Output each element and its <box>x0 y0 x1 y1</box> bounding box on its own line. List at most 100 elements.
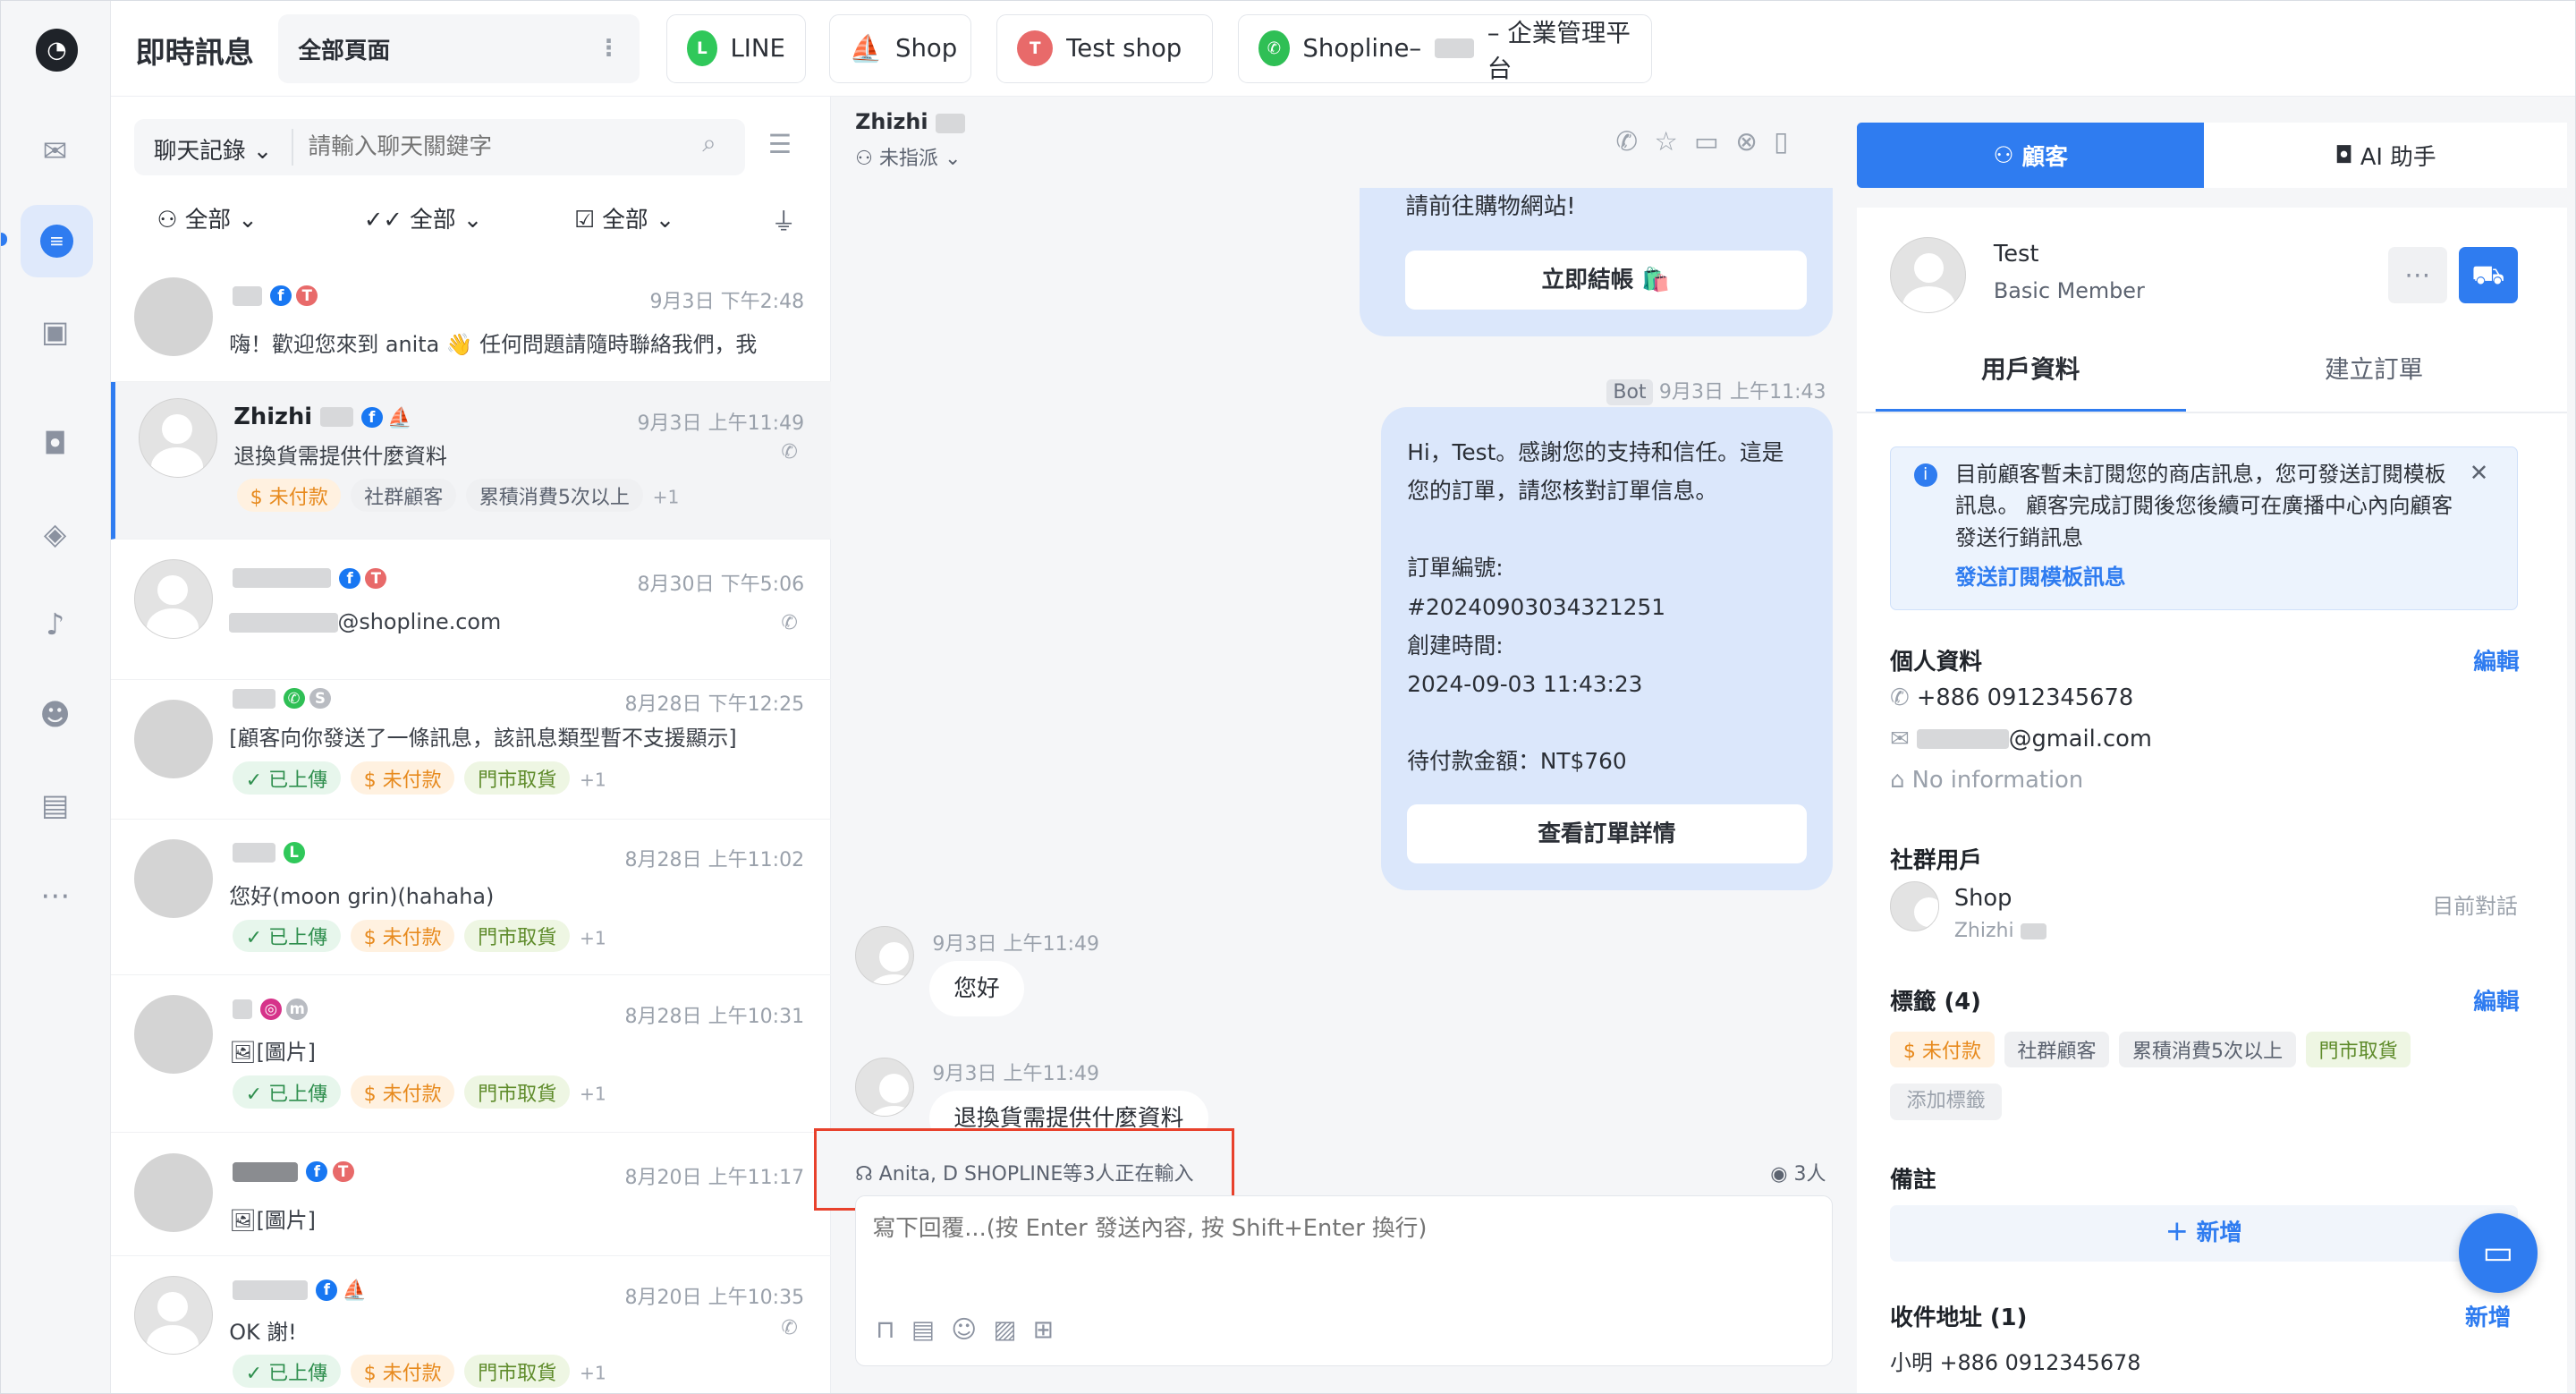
whatsapp-icon: ✆ <box>283 687 305 710</box>
history-select[interactable]: 聊天記錄 ⌄ <box>154 132 273 166</box>
message-time: 9月3日 上午11:49 <box>932 1062 1100 1085</box>
social-status: 目前對話 <box>2432 893 2518 919</box>
filter-read[interactable]: ✓✓ 全部 ⌄ <box>364 201 482 234</box>
conversation-item[interactable]: ✆ S 8月28日 下午12:25 [顧客向你發送了一條訊息，該訊息類型暫不支援顯… <box>111 680 831 820</box>
bot-message-bubble: 請前往購物網站! 立即結帳 🛍️ <box>1359 188 1833 336</box>
filter-status[interactable]: ☑ 全部 ⌄ <box>574 201 674 234</box>
close-icon[interactable]: ✕ <box>2470 460 2489 487</box>
assign-select[interactable]: ⚇ 未指派 ⌄ <box>855 142 961 171</box>
checkout-button[interactable]: 立即結帳 🛍️ <box>1405 251 1807 310</box>
template-icon[interactable]: ▤ <box>911 1315 951 1344</box>
cart-icon[interactable]: ⛟ <box>2458 247 2518 303</box>
support-chat-icon[interactable]: ▭ <box>2458 1213 2538 1293</box>
filter-icon[interactable]: ⏚ <box>771 201 796 237</box>
test-shop-icon: T <box>332 1160 354 1183</box>
tab-create-order[interactable]: 建立訂單 <box>2219 339 2529 412</box>
chat-header-name: Zhizhi <box>855 109 965 134</box>
avatar <box>133 1276 213 1356</box>
tag: $ 未付款 <box>350 1075 455 1109</box>
search-icon[interactable]: ⌕ <box>702 129 716 158</box>
tab-customer[interactable]: ⚇ 顧客 <box>1857 122 2204 189</box>
tag: 門市取貨 <box>464 1355 570 1389</box>
conversation-item[interactable]: fT 8月20日 上午11:17 🖼[圖片] <box>111 1133 831 1257</box>
add-tag-button[interactable]: 添加標籤 <box>1890 1084 2003 1120</box>
note-icon[interactable]: ▯ <box>1774 126 1805 157</box>
conversation-item[interactable]: f ⛵ 8月20日 上午10:35 OK 謝! ✆ ✓ 已上傳 $ 未付款 門市取貨 +… <box>111 1256 830 1392</box>
add-icon[interactable]: ⊞ <box>1033 1315 1070 1344</box>
conversation-item[interactable]: fT 9月3日 下午2:48 嗨！歡迎您來到 anita 👋 任何問題請隨時聯絡… <box>111 258 831 383</box>
gallery-icon[interactable]: ▣ <box>37 313 72 349</box>
tag-more: +1 <box>652 486 680 508</box>
agent-icon[interactable]: ☻ <box>37 696 72 732</box>
emoji-icon[interactable]: ☺ <box>951 1315 993 1344</box>
conversation-time: 8月30日 下午5:06 <box>637 573 805 596</box>
broadcast-icon[interactable]: ▤ <box>37 786 72 822</box>
divider <box>292 129 293 166</box>
test-shop-icon: T <box>365 567 387 590</box>
search-input[interactable] <box>308 127 686 167</box>
channel-label: Shop <box>894 34 958 64</box>
conversation-item[interactable]: fT 8月30日 下午5:06 @shopline.com ✆ <box>111 540 831 680</box>
list-view-icon[interactable]: ☰ <box>768 129 792 159</box>
customer-message: 您好 <box>928 960 1025 1017</box>
active-indicator <box>0 232 8 246</box>
conversation-preview: 退換貨需提供什麼資料 <box>233 443 447 469</box>
more-icon[interactable]: ⋯ <box>2387 247 2447 303</box>
chat-icon[interactable]: ≡ <box>21 204 93 277</box>
tab-ai-assistant[interactable]: ◘ AI 助手 <box>2204 122 2567 189</box>
channel-tab-shopline[interactable]: ✆ Shopline– – 企業管理平台 <box>1238 13 1652 83</box>
shop-icon: ⛵ <box>342 1279 368 1303</box>
add-address-link[interactable]: 新增 <box>2465 1299 2511 1332</box>
block-icon[interactable]: ⊗ <box>1735 126 1774 157</box>
edit-tags-link[interactable]: 編輯 <box>2473 983 2519 1016</box>
redacted-block <box>229 613 338 633</box>
tag: 累積消費5次以上 <box>2119 1031 2296 1067</box>
line-icon: L <box>686 30 717 67</box>
conversation-item-active[interactable]: Zhizhi f ⛵ 9月3日 上午11:49 退換貨需提供什麼資料 ✆ $ 未付… <box>111 382 831 540</box>
image-icon: 🖼 <box>229 1207 257 1233</box>
comment-icon[interactable]: ▭ <box>1694 126 1735 157</box>
user-icon: ⚇ <box>1993 141 2014 169</box>
bot-icon[interactable]: ◘ <box>37 425 72 461</box>
app-logo-icon: ◔ <box>35 29 79 72</box>
more-icon[interactable]: ⋯ <box>37 877 72 913</box>
image-icon[interactable]: ▨ <box>993 1315 1032 1344</box>
star-icon[interactable]: ☆ <box>1654 126 1694 157</box>
conversation-time: 8月28日 下午12:25 <box>624 693 805 716</box>
tag: ✓ 已上傳 <box>232 761 341 795</box>
page-select[interactable]: 全部頁面 ⋮ <box>278 13 640 83</box>
bell-icon[interactable]: ♪ <box>37 606 72 642</box>
inbox-icon[interactable]: ✉ <box>37 132 72 168</box>
test-shop-icon: T <box>296 285 318 307</box>
channel-tab-shop[interactable]: ⛵ Shop <box>828 13 972 83</box>
add-note-button[interactable]: ＋ 新增 <box>1890 1205 2518 1262</box>
facebook-icon: f <box>316 1279 338 1301</box>
avatar <box>133 699 213 778</box>
edit-personal-link[interactable]: 編輯 <box>2473 643 2519 676</box>
tag: 社群顧客 <box>351 479 456 513</box>
filter-assignee[interactable]: ⚇ 全部 ⌄ <box>157 201 257 234</box>
test-shop-icon: T <box>1017 30 1054 67</box>
tag-icon[interactable]: ◈ <box>37 515 72 551</box>
tag: $ 未付款 <box>350 919 455 953</box>
conversation-item[interactable]: ◎ m 8月28日 上午10:31 🖼[圖片] ✓ 已上傳 $ 未付款 門市取貨 +1 <box>111 975 831 1134</box>
reply-input[interactable] <box>872 1209 1809 1276</box>
mail-icon: ✉ <box>1890 725 1910 752</box>
chat-toolbar: ✆☆▭⊗▯ <box>1615 126 1804 157</box>
send-template-link[interactable]: 發送訂閱模板訊息 <box>1955 559 2126 591</box>
order-message-bubble: Hi，Test。感謝您的支持和信任。這是 您的訂單，請您核對訂單信息。 訂單編號… <box>1380 406 1833 890</box>
channel-tab-test-shop[interactable]: T Test shop <box>996 13 1214 83</box>
tab-profile[interactable]: 用戶資料 <box>1875 339 2186 412</box>
conversation-preview: [顧客向你發送了一條訊息，該訊息類型暫不支援顯示] <box>229 726 737 752</box>
conversation-item[interactable]: L 8月28日 上午11:02 您好(moon grin)(hahaha) ✓ … <box>111 820 831 976</box>
conversation-preview: [圖片] <box>256 1207 316 1233</box>
customer-name: Test <box>1993 241 2039 268</box>
conversation-preview: 嗨！歡迎您來到 anita 👋 任何問題請隨時聯絡我們，我 <box>229 331 758 357</box>
facebook-icon: f <box>339 567 360 590</box>
phone-icon[interactable]: ✆ <box>1615 126 1654 157</box>
bag-icon[interactable]: ⊓ <box>876 1315 911 1344</box>
channel-tab-line[interactable]: L LINE <box>665 13 806 83</box>
tag: ✓ 已上傳 <box>232 1355 341 1389</box>
bubble-text: 請前往購物網站! <box>1405 193 1576 221</box>
view-order-button[interactable]: 查看訂單詳情 <box>1407 804 1807 864</box>
